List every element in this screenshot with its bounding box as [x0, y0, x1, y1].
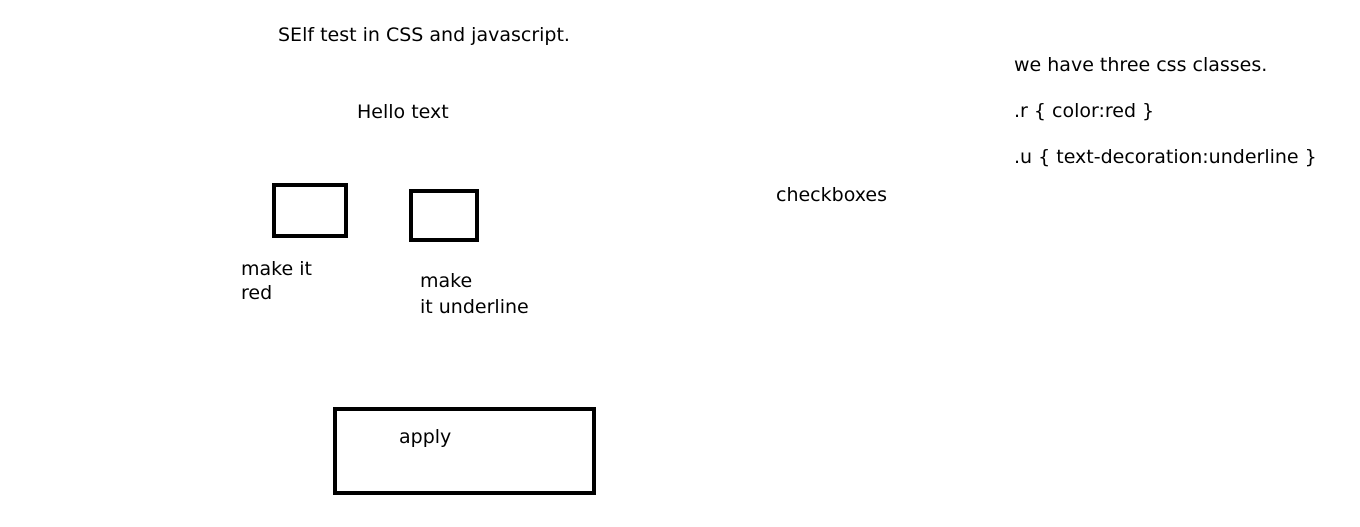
underline-checkbox-label-line-2: it underline	[420, 296, 529, 318]
apply-button-label: apply	[399, 426, 452, 448]
red-checkbox-label-line-2: red	[241, 282, 273, 304]
red-checkbox-label: make it red	[241, 257, 312, 305]
red-checkbox[interactable]	[272, 183, 348, 238]
apply-button[interactable]: apply	[333, 407, 596, 495]
page-title: SElf test in CSS and javascript.	[278, 24, 570, 46]
red-checkbox-label-line-1: make it	[241, 258, 312, 280]
checkboxes-note: checkboxes	[776, 184, 887, 206]
css-classes-intro: we have three css classes.	[1014, 54, 1268, 76]
underline-checkbox-label-line-1: make	[420, 270, 473, 292]
underline-checkbox[interactable]	[409, 189, 479, 242]
hello-text-preview: Hello text	[357, 101, 449, 123]
css-class-r: .r { color:red }	[1014, 100, 1155, 122]
css-class-u: .u { text-decoration:underline }	[1014, 146, 1317, 168]
underline-checkbox-label: make it underline	[420, 268, 529, 320]
